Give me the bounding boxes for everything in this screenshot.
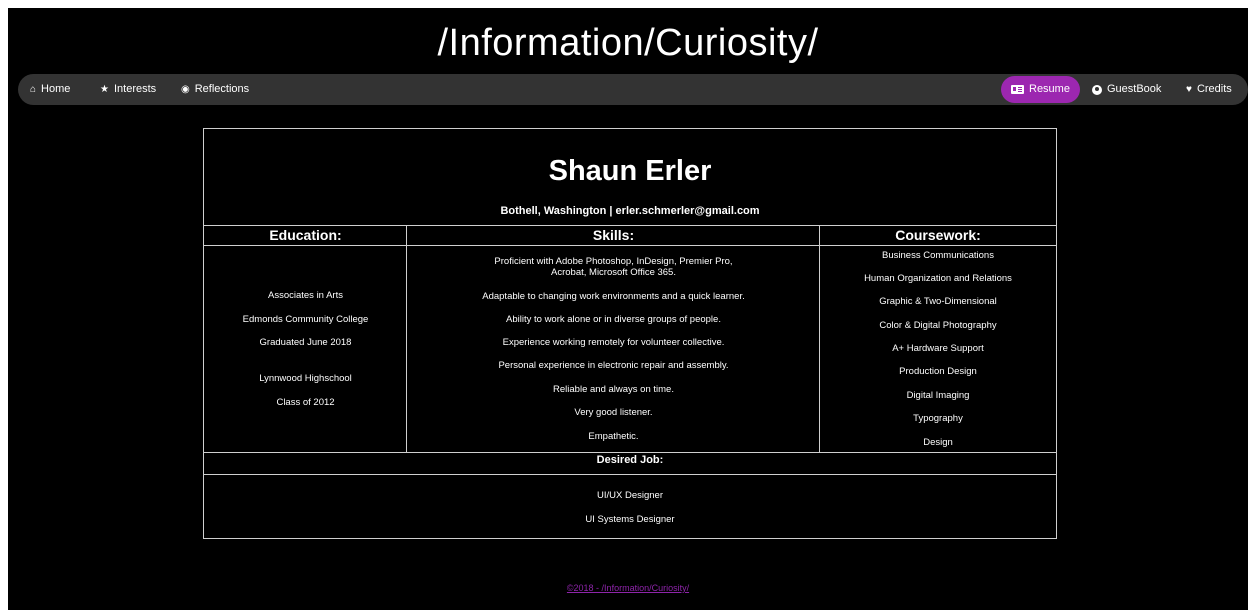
navbar: ⌂ Home ★ Interests ◉ Reflections Resume … <box>18 74 1248 105</box>
nav-resume-label: Resume <box>1029 83 1070 95</box>
page: /Information/Curiosity/ ⌂ Home ★ Interes… <box>8 8 1248 610</box>
skills-item: Personal experience in electronic repair… <box>498 360 729 371</box>
nav-guestbook[interactable]: GuestBook <box>1092 74 1161 105</box>
footer-link[interactable]: ©2018 - /Information/Curiosity/ <box>8 583 1248 593</box>
skills-item: Reliable and always on time. <box>553 384 674 395</box>
resume-table: Shaun Erler Bothell, Washington | erler.… <box>203 128 1057 539</box>
star-icon: ★ <box>100 84 109 95</box>
education-item: Edmonds Community College <box>242 314 369 325</box>
eye-icon: ◉ <box>181 84 190 95</box>
nav-reflections-label: Reflections <box>194 83 250 95</box>
desired-job-bottom-divider <box>204 474 1056 475</box>
resume-name: Shaun Erler <box>548 155 712 187</box>
desired-job-top-divider <box>204 452 1056 453</box>
skills-item: Acrobat, Microsoft Office 365. <box>551 267 676 278</box>
desired-job-heading: Desired Job: <box>596 454 664 466</box>
nav-home-label: Home <box>41 83 71 95</box>
skills-heading: Skills: <box>592 227 635 243</box>
nav-reflections[interactable]: ◉ Reflections <box>181 74 249 105</box>
education-item: Class of 2012 <box>276 397 335 408</box>
coursework-item: A+ Hardware Support <box>892 343 984 354</box>
site-title: /Information/Curiosity/ <box>437 22 819 64</box>
heart-icon: ♥ <box>1186 84 1192 95</box>
home-icon: ⌂ <box>30 84 37 95</box>
skills-item: Adaptable to changing work environments … <box>482 291 745 302</box>
nav-resume[interactable]: Resume <box>1001 76 1080 103</box>
nav-credits[interactable]: ♥ Credits <box>1186 74 1232 105</box>
desired-job-item: UI/UX Designer <box>597 490 663 501</box>
coursework-item: Color & Digital Photography <box>879 320 997 331</box>
coursework-item: Business Communications <box>882 250 994 261</box>
coursework-heading: Coursework: <box>895 227 981 243</box>
nav-interests-label: Interests <box>113 83 157 95</box>
nav-interests[interactable]: ★ Interests <box>100 74 156 105</box>
coursework-item: Graphic & Two-Dimensional <box>879 296 997 307</box>
coursework-item: Typography <box>913 413 963 424</box>
education-item: Associates in Arts <box>268 290 343 301</box>
nav-home[interactable]: ⌂ Home <box>30 74 70 105</box>
skills-item: Proficient with Adobe Photoshop, InDesig… <box>494 256 733 267</box>
user-circle-icon <box>1092 84 1102 95</box>
skills-item: Very good listener. <box>574 407 653 418</box>
coursework-item: Production Design <box>899 366 977 377</box>
header-row-divider <box>204 245 1056 246</box>
coursework-item: Digital Imaging <box>906 390 970 401</box>
skills-item: Empathetic. <box>588 431 639 442</box>
id-card-icon <box>1011 85 1024 94</box>
education-item: Graduated June 2018 <box>259 337 352 348</box>
resume-header: Shaun Erler Bothell, Washington | erler.… <box>204 129 1056 226</box>
skills-item: Ability to work alone or in diverse grou… <box>506 314 721 325</box>
nav-guestbook-label: GuestBook <box>1107 83 1162 95</box>
coursework-item: Human Organization and Relations <box>864 273 1012 284</box>
education-item: Lynnwood Highschool <box>259 373 352 384</box>
nav-credits-label: Credits <box>1196 83 1232 95</box>
coursework-item: Design <box>923 437 953 448</box>
resume-contact: Bothell, Washington | erler.schmerler@gm… <box>500 205 760 217</box>
desired-job-item: UI Systems Designer <box>585 514 675 525</box>
education-heading: Education: <box>269 227 342 243</box>
skills-item: Experience working remotely for voluntee… <box>502 337 725 348</box>
